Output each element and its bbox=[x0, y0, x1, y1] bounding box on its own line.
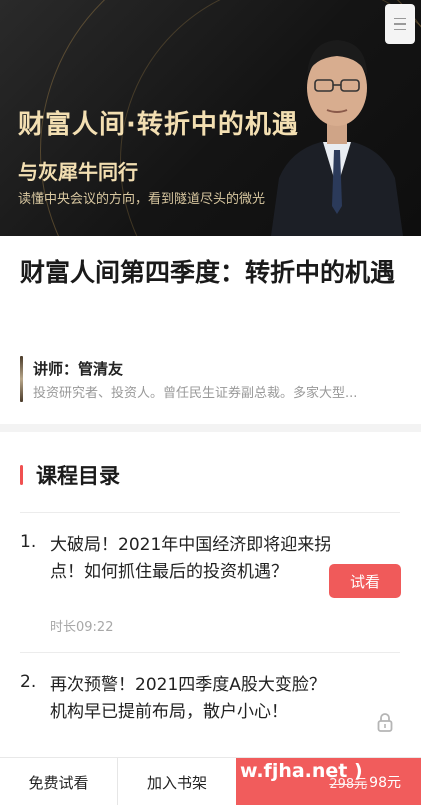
banner-title: 财富人间·转折中的机遇 bbox=[18, 110, 299, 140]
lesson-title: 再次预警！2021四季度A股大变脸？机构早已提前布局，散户小心！ bbox=[50, 675, 326, 722]
lecturer-description: 投资研究者、投资人。曾任民生证券副总裁。多家大型... bbox=[33, 386, 358, 401]
catalog-separator bbox=[20, 512, 400, 513]
catalog-header: 课程目录 bbox=[20, 460, 120, 490]
preview-button[interactable]: 试看 bbox=[329, 564, 401, 598]
menu-button[interactable] bbox=[385, 4, 415, 44]
menu-icon bbox=[394, 17, 406, 20]
lesson-duration: 时长09:22 bbox=[50, 620, 114, 635]
catalog-marker bbox=[20, 465, 23, 485]
banner-description: 读懂中央会议的方向，看到隧道尽头的微光 bbox=[18, 192, 266, 207]
course-title: 财富人间第四季度：转折中的机遇 bbox=[20, 258, 396, 287]
lesson-item[interactable]: 2. 再次预警！2021四季度A股大变脸？机构早已提前布局，散户小心！ bbox=[20, 672, 401, 756]
lecturer-name: 讲师：管清友 bbox=[33, 360, 124, 378]
buy-button[interactable]: w.fjha.net ) 298元 98元 bbox=[236, 758, 421, 805]
lesson-title: 大破局！2021年中国经济即将迎来拐点！如何抓住最后的投资机遇？ bbox=[50, 535, 332, 582]
free-trial-button[interactable]: 免费试看 bbox=[0, 758, 118, 805]
lesson-number: 1. bbox=[20, 532, 37, 552]
bottom-action-bar: 免费试看 加入书架 w.fjha.net ) 298元 98元 bbox=[0, 757, 421, 805]
lecturer-info[interactable]: 讲师：管清友 投资研究者、投资人。曾任民生证券副总裁。多家大型... bbox=[20, 356, 400, 402]
section-divider bbox=[0, 424, 421, 432]
current-price: 98元 bbox=[369, 775, 401, 791]
lock-icon bbox=[377, 713, 393, 732]
lecturer-thumbnail bbox=[20, 356, 23, 402]
lesson-item[interactable]: 1. 大破局！2021年中国经济即将迎来拐点！如何抓住最后的投资机遇？ 时长09… bbox=[20, 532, 401, 642]
lesson-separator bbox=[20, 652, 400, 653]
add-to-shelf-button[interactable]: 加入书架 bbox=[118, 758, 236, 805]
lesson-number: 2. bbox=[20, 672, 37, 692]
catalog-title: 课程目录 bbox=[36, 464, 120, 488]
original-price: 298元 bbox=[329, 776, 368, 792]
banner-subtitle: 与灰犀牛同行 bbox=[18, 160, 138, 184]
course-banner: 财富人间·转折中的机遇 与灰犀牛同行 读懂中央会议的方向，看到隧道尽头的微光 bbox=[0, 0, 421, 236]
